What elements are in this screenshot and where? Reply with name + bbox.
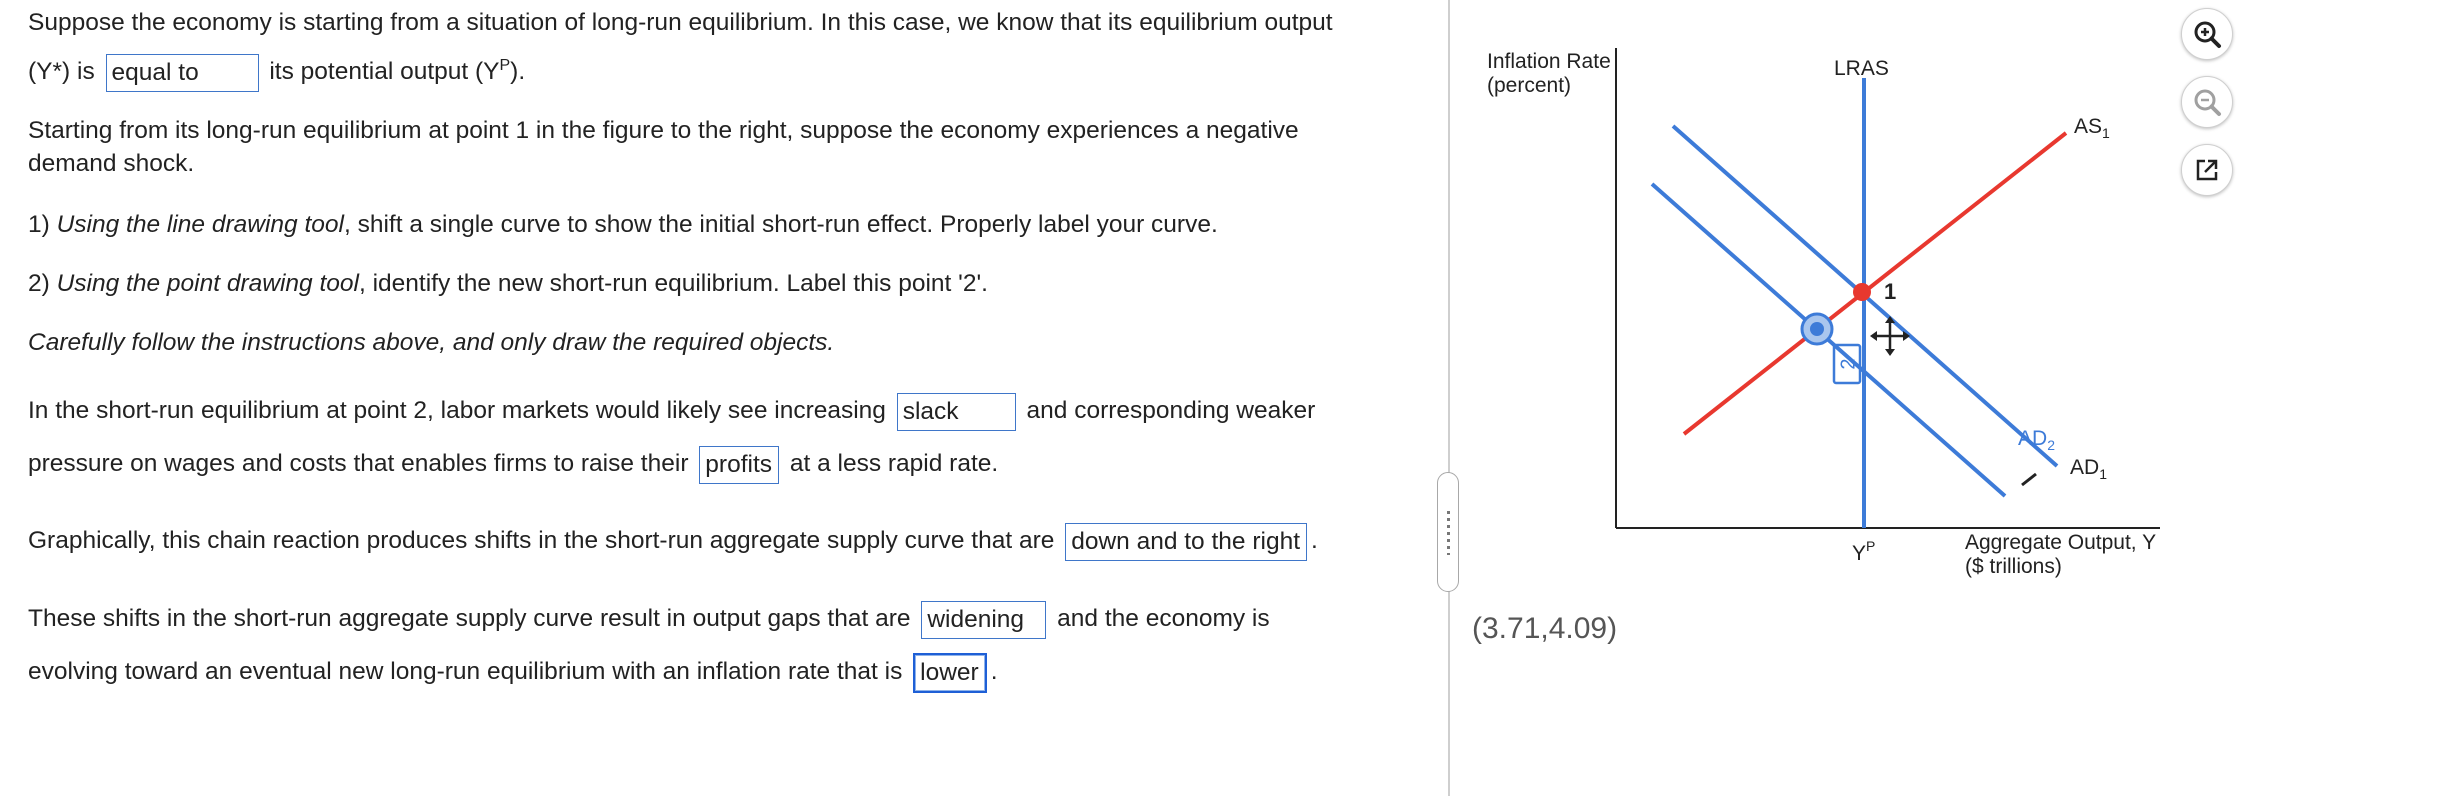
as1-label: AS1 (2074, 115, 2110, 141)
move-cursor-icon (1870, 316, 1910, 356)
zoom-out-icon (2194, 89, 2221, 116)
ad2-label-sub: 2 (2047, 437, 2055, 453)
yp-label-sup: P (1866, 538, 1875, 554)
lras-label: LRAS (1834, 57, 1889, 80)
graph-canvas[interactable]: LRAS AS1 AD1 AD2 1 2 YP (0, 0, 2450, 796)
zoom-out-button[interactable] (2181, 76, 2233, 128)
zoom-in-button[interactable] (2181, 8, 2233, 60)
as1-label-text: AS (2074, 115, 2102, 138)
ad1-label-sub: 1 (2099, 466, 2107, 482)
yp-label: YP (1852, 538, 1875, 565)
ad2-label-text: AD (2018, 427, 2047, 450)
as1-curve[interactable] (1682, 131, 2068, 436)
point-1-label: 1 (1884, 279, 1896, 304)
yp-label-text: Y (1852, 542, 1866, 565)
ad1-label-text: AD (2070, 456, 2099, 479)
popout-icon (2196, 159, 2218, 181)
as1-label-sub: 1 (2102, 125, 2110, 141)
ad1-label: AD1 (2070, 456, 2107, 482)
point-2-label: 2 (1837, 358, 1859, 369)
point-2[interactable] (1810, 322, 1824, 336)
zoom-in-icon (2194, 21, 2221, 48)
point-1[interactable] (1853, 283, 1871, 301)
popout-button[interactable] (2181, 144, 2233, 196)
ad2-label: AD2 (2018, 427, 2055, 453)
ad1-tick (2021, 472, 2037, 487)
